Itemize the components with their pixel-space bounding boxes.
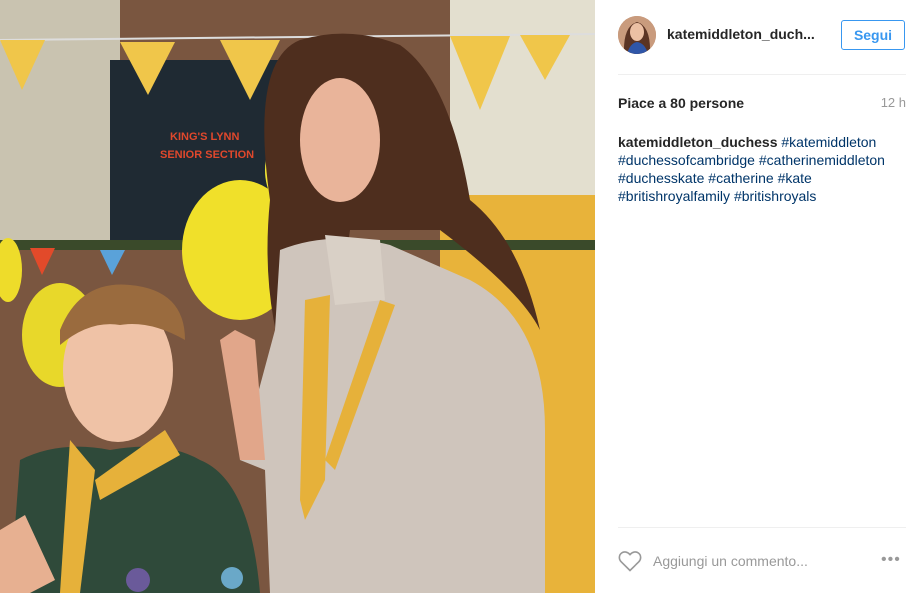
post-sidebar: katemiddleton_duch... Segui Piace a 80 p… [595, 0, 908, 593]
header-divider [618, 74, 906, 75]
comment-divider [618, 527, 906, 528]
more-options-icon[interactable]: ••• [881, 551, 901, 569]
hashtag-link[interactable]: #duchesskate [618, 170, 704, 186]
post-header: katemiddleton_duch... Segui [595, 0, 908, 74]
hashtag-link[interactable]: #katemiddleton [781, 134, 876, 150]
heart-icon[interactable] [618, 550, 642, 572]
hashtag-link[interactable]: #duchessofcambridge [618, 152, 755, 168]
post-caption: katemiddleton_duchess #katemiddleton #du… [618, 133, 908, 205]
comment-input[interactable]: Aggiungi un commento... [653, 553, 808, 569]
post-time[interactable]: 12 h [881, 95, 906, 110]
hashtag-link[interactable]: #britishroyals [734, 188, 816, 204]
hashtag-link[interactable]: #catherinemiddleton [759, 152, 885, 168]
avatar[interactable] [618, 16, 656, 54]
likes-count[interactable]: Piace a 80 persone [618, 95, 744, 111]
post-photo[interactable]: KING'S LYNN SENIOR SECTION [0, 0, 595, 593]
comment-bar: Aggiungi un commento... ••• [595, 538, 908, 588]
svg-text:SENIOR SECTION: SENIOR SECTION [160, 149, 254, 161]
hashtag-link[interactable]: #britishroyalfamily [618, 188, 730, 204]
svg-text:KING'S LYNN: KING'S LYNN [170, 131, 239, 143]
hashtag-link[interactable]: #kate [778, 170, 812, 186]
hashtag-link[interactable]: #catherine [708, 170, 773, 186]
caption-author[interactable]: katemiddleton_duchess [618, 134, 778, 150]
follow-button[interactable]: Segui [841, 20, 905, 50]
username[interactable]: katemiddleton_duch... [667, 26, 815, 42]
